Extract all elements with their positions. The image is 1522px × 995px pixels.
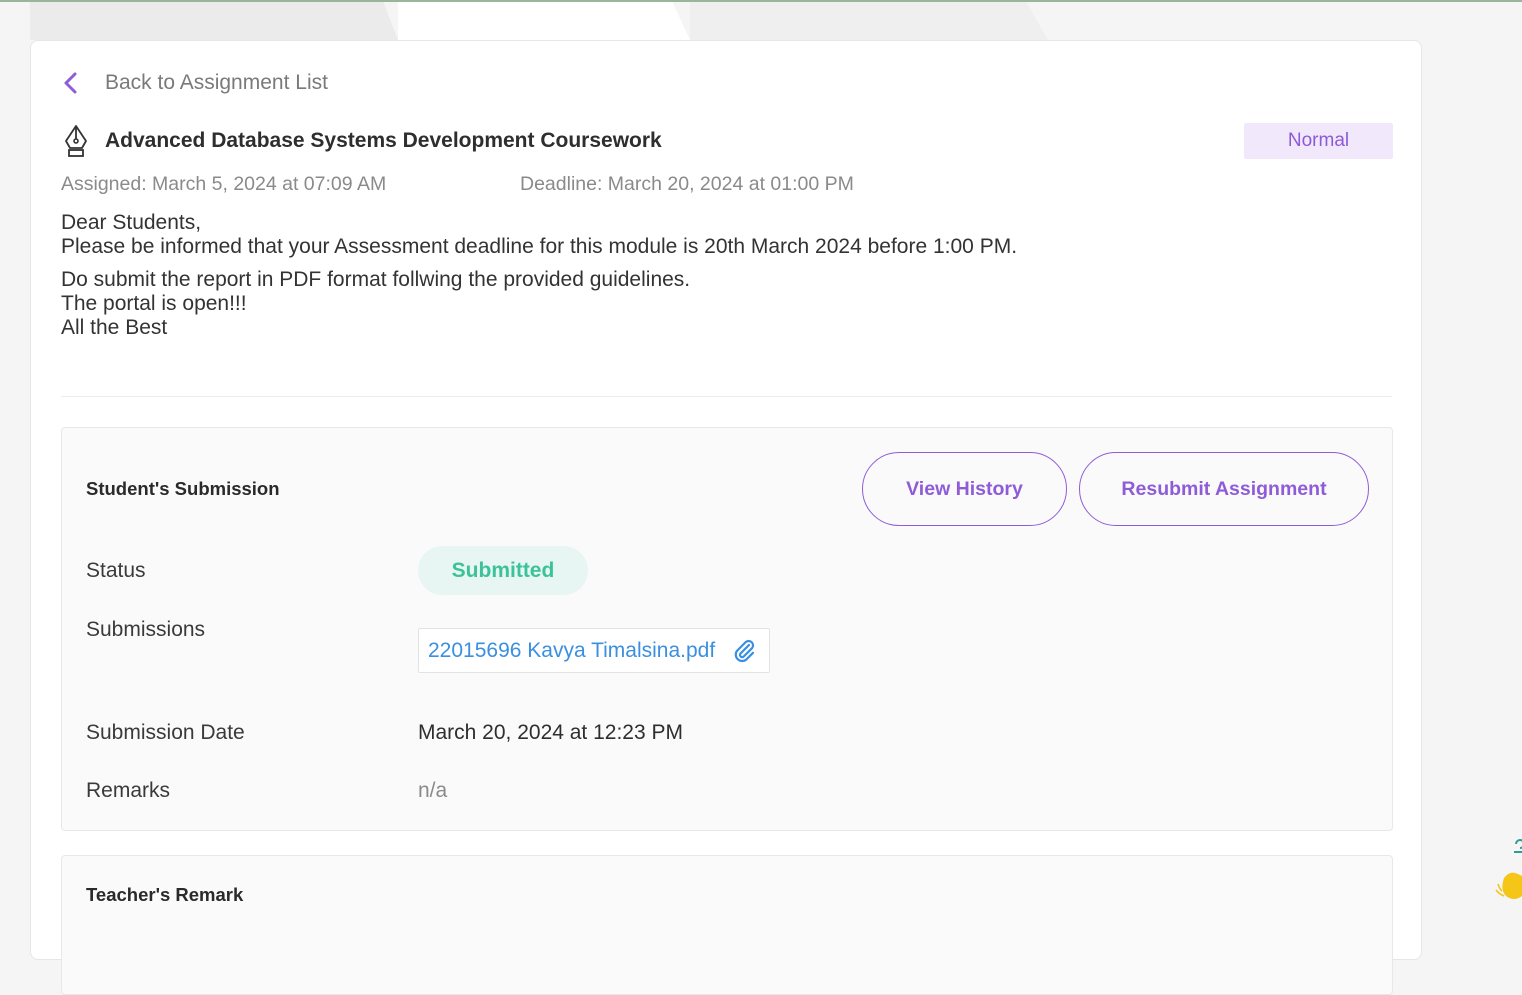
assignment-title: Advanced Database Systems Development Co… bbox=[105, 129, 662, 152]
message-line: The portal is open!!! bbox=[61, 292, 247, 315]
view-history-button[interactable]: View History bbox=[862, 452, 1067, 526]
tab-previous[interactable] bbox=[30, 2, 398, 40]
priority-badge: Normal bbox=[1244, 123, 1393, 159]
tab-bar bbox=[0, 2, 1060, 40]
teacher-remark-heading: Teacher's Remark bbox=[86, 884, 244, 905]
teacher-remark-panel: Teacher's Remark bbox=[61, 855, 1393, 995]
paperclip-icon[interactable] bbox=[731, 638, 757, 664]
back-to-list-link[interactable]: Back to Assignment List bbox=[61, 71, 328, 95]
submission-heading: Student's Submission bbox=[86, 478, 280, 499]
submission-date-label: Submission Date bbox=[86, 721, 245, 744]
tab-assignments[interactable] bbox=[398, 2, 690, 40]
student-submission-panel: Student's Submission View History Resubm… bbox=[61, 427, 1393, 831]
submitted-file-link[interactable]: 22015696 Kavya Timalsina.pdf bbox=[428, 639, 715, 663]
assigned-date: Assigned: March 5, 2024 at 07:09 AM bbox=[61, 173, 387, 195]
assignment-detail-card: Back to Assignment List Advanced Databas… bbox=[30, 40, 1422, 995]
assignment-title-row: Advanced Database Systems Development Co… bbox=[61, 123, 662, 159]
submissions-label: Submissions bbox=[86, 618, 206, 641]
tab-next[interactable] bbox=[690, 2, 1048, 40]
pen-nib-icon bbox=[65, 125, 87, 157]
message-line: Dear Students, bbox=[61, 211, 202, 234]
deadline-date: Deadline: March 20, 2024 at 01:00 PM bbox=[520, 173, 854, 195]
status-badge: Submitted bbox=[418, 546, 588, 595]
message-line: All the Best bbox=[61, 316, 168, 339]
chevron-left-icon bbox=[64, 72, 77, 94]
message-line: Do submit the report in PDF format follw… bbox=[61, 268, 691, 291]
submitted-file: 22015696 Kavya Timalsina.pdf bbox=[418, 628, 771, 673]
resubmit-assignment-button[interactable]: Resubmit Assignment bbox=[1079, 452, 1369, 526]
assignment-message: Dear Students, Please be informed that y… bbox=[61, 211, 1017, 340]
submission-date-value: March 20, 2024 at 12:23 PM bbox=[418, 721, 683, 744]
waving-hand-icon[interactable] bbox=[1494, 838, 1522, 906]
assignment-dates: Assigned: March 5, 2024 at 07:09 AM Dead… bbox=[61, 173, 854, 196]
back-link-label: Back to Assignment List bbox=[105, 71, 328, 94]
status-label: Status bbox=[86, 559, 146, 582]
section-divider bbox=[61, 396, 1392, 397]
remarks-value: n/a bbox=[418, 779, 448, 802]
message-line: Please be informed that your Assessment … bbox=[61, 235, 1018, 258]
remarks-label: Remarks bbox=[86, 779, 171, 802]
